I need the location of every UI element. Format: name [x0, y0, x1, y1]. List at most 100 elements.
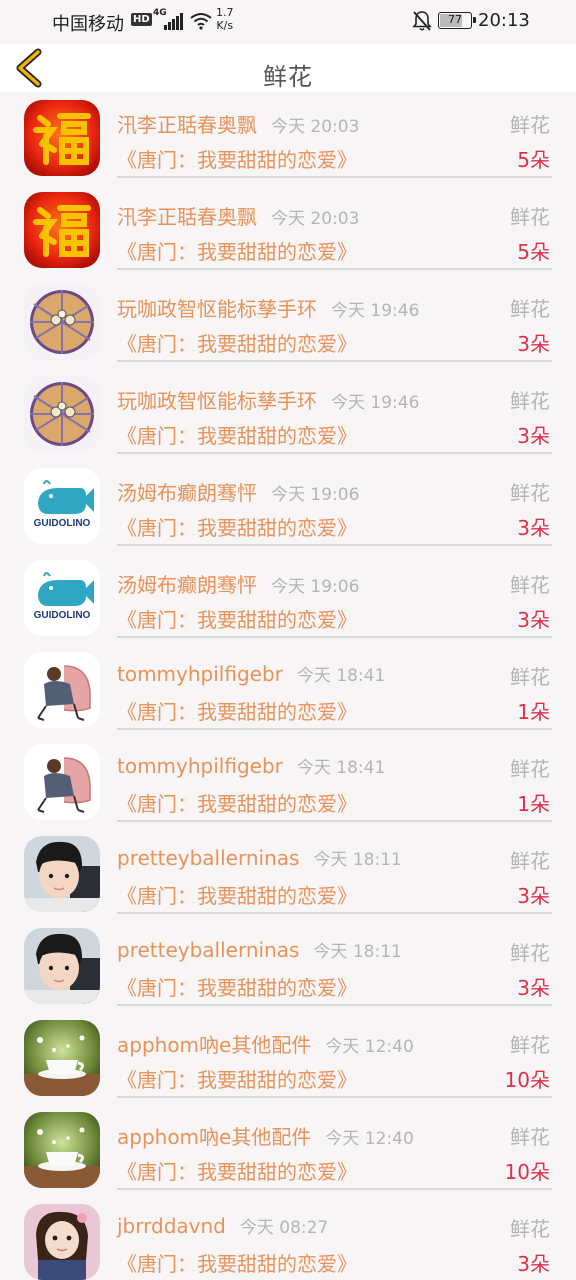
gift-type: 鲜花: [510, 665, 550, 689]
gift-record-item[interactable]: jbrrddavnd 今天 08:27 鲜花 《唐门：我要甜甜的恋爱》 3朵: [0, 1196, 576, 1280]
timestamp: 今天 19:06: [271, 577, 360, 597]
sender-name[interactable]: apphom吶e其他配件: [117, 1125, 311, 1149]
gift-record-item[interactable]: 汛李正聒春奥飘 今天 20:03 鲜花 《唐门：我要甜甜的恋爱》 5朵: [0, 92, 576, 184]
show-title: 《唐门：我要甜甜的恋爱》: [117, 240, 357, 264]
hd-badge: HD: [131, 13, 152, 26]
sender-name[interactable]: 汤姆布癫朗骞怦: [117, 481, 257, 505]
avatar[interactable]: [24, 1112, 100, 1188]
show-title: 《唐门：我要甜甜的恋爱》: [117, 516, 357, 540]
avatar[interactable]: [24, 1204, 100, 1280]
sender-name[interactable]: apphom吶e其他配件: [117, 1033, 311, 1057]
avatar[interactable]: [24, 652, 100, 728]
show-title: 《唐门：我要甜甜的恋爱》: [117, 332, 357, 356]
speed-value: 1.7: [216, 6, 234, 19]
timestamp: 今天 19:46: [331, 301, 420, 321]
avatar[interactable]: [24, 836, 100, 912]
avatar[interactable]: GUIDOLINO: [24, 560, 100, 636]
sender-name-line: 汤姆布癫朗骞怦 今天 19:06: [117, 569, 359, 598]
avatar[interactable]: [24, 284, 100, 360]
page-header: 鲜花: [0, 44, 576, 92]
gift-record-item[interactable]: 汛李正聒春奥飘 今天 20:03 鲜花 《唐门：我要甜甜的恋爱》 5朵: [0, 184, 576, 276]
sender-name[interactable]: pretteyballerninas: [117, 846, 299, 870]
gift-type: 鲜花: [510, 573, 550, 597]
gift-record-item[interactable]: pretteyballerninas 今天 18:11 鲜花 《唐门：我要甜甜的恋…: [0, 920, 576, 1012]
timestamp: 今天 19:46: [331, 393, 420, 413]
divider: [117, 452, 552, 454]
show-title: 《唐门：我要甜甜的恋爱》: [117, 608, 357, 632]
show-title: 《唐门：我要甜甜的恋爱》: [117, 1160, 357, 1184]
sender-name-line: 汛李正聒春奥飘 今天 20:03: [117, 109, 359, 138]
girl-photo-icon: [24, 1204, 100, 1280]
page-title: 鲜花: [263, 63, 313, 91]
gift-count: 3朵: [517, 424, 550, 448]
sender-name-line: 汛李正聒春奥飘 今天 20:03: [117, 201, 359, 230]
gift-record-item[interactable]: 玩咖政智怄能标孳手环 今天 19:46 鲜花 《唐门：我要甜甜的恋爱》 3朵: [0, 368, 576, 460]
gift-record-item[interactable]: tommyhpilfigebr 今天 18:41 鲜花 《唐门：我要甜甜的恋爱》 …: [0, 736, 576, 828]
sender-name-line: 汤姆布癫朗骞怦 今天 19:06: [117, 477, 359, 506]
gift-count: 3朵: [517, 1252, 550, 1276]
boy-photo-icon: [24, 836, 100, 912]
divider: [117, 268, 552, 270]
divider: [117, 1004, 552, 1006]
gift-type: 鲜花: [510, 1033, 550, 1057]
avatar[interactable]: [24, 376, 100, 452]
bell-off-icon: [412, 11, 432, 31]
gift-record-item[interactable]: apphom吶e其他配件 今天 12:40 鲜花 《唐门：我要甜甜的恋爱》 10朵: [0, 1104, 576, 1196]
sender-name[interactable]: pretteyballerninas: [117, 938, 299, 962]
timestamp: 今天 18:11: [313, 850, 402, 870]
gift-type: 鲜花: [510, 481, 550, 505]
timestamp: 今天 20:03: [271, 209, 360, 229]
status-bar: 中国移动 HD 4G 1.7 K/s 77 20:13: [0, 0, 576, 44]
divider: [117, 544, 552, 546]
battery-icon: 77: [438, 12, 476, 29]
show-title: 《唐门：我要甜甜的恋爱》: [117, 148, 357, 172]
gift-record-item[interactable]: GUIDOLINO 汤姆布癫朗骞怦 今天 19:06 鲜花 《唐门：我要甜甜的恋爱…: [0, 552, 576, 644]
avatar[interactable]: [24, 928, 100, 1004]
speed-unit: K/s: [216, 19, 234, 32]
gift-record-item[interactable]: GUIDOLINO 汤姆布癫朗骞怦 今天 19:06 鲜花 《唐门：我要甜甜的恋爱…: [0, 460, 576, 552]
clock: 20:13: [478, 10, 530, 31]
gift-type: 鲜花: [510, 113, 550, 137]
avatar[interactable]: [24, 1020, 100, 1096]
gift-record-item[interactable]: 玩咖政智怄能标孳手环 今天 19:46 鲜花 《唐门：我要甜甜的恋爱》 3朵: [0, 276, 576, 368]
divider: [117, 176, 552, 178]
gift-count: 1朵: [517, 700, 550, 724]
gift-count: 5朵: [517, 240, 550, 264]
network-speed: 1.7 K/s: [216, 6, 234, 32]
gift-type: 鲜花: [510, 389, 550, 413]
timestamp: 今天 18:11: [313, 942, 402, 962]
sender-name[interactable]: 汤姆布癫朗骞怦: [117, 573, 257, 597]
signal-icon: [164, 12, 184, 30]
sender-name[interactable]: 汛李正聒春奥飘: [117, 113, 257, 137]
avatar[interactable]: [24, 192, 100, 268]
avatar[interactable]: [24, 100, 100, 176]
gift-record-item[interactable]: tommyhpilfigebr 今天 18:41 鲜花 《唐门：我要甜甜的恋爱》 …: [0, 644, 576, 736]
gift-count: 3朵: [517, 516, 550, 540]
sender-name[interactable]: 玩咖政智怄能标孳手环: [117, 297, 317, 321]
show-title: 《唐门：我要甜甜的恋爱》: [117, 1068, 357, 1092]
sender-name[interactable]: tommyhpilfigebr: [117, 662, 283, 686]
sender-name-line: apphom吶e其他配件 今天 12:40: [117, 1121, 414, 1150]
avatar[interactable]: [24, 744, 100, 820]
fu-character-icon: [24, 100, 100, 176]
gift-record-item[interactable]: pretteyballerninas 今天 18:11 鲜花 《唐门：我要甜甜的恋…: [0, 828, 576, 920]
gift-count: 3朵: [517, 976, 550, 1000]
sender-name[interactable]: tommyhpilfigebr: [117, 754, 283, 778]
show-title: 《唐门：我要甜甜的恋爱》: [117, 884, 357, 908]
gift-type: 鲜花: [510, 297, 550, 321]
timestamp: 今天 18:41: [296, 758, 386, 778]
sender-name[interactable]: 汛李正聒春奥飘: [117, 205, 257, 229]
sender-name[interactable]: 玩咖政智怄能标孳手环: [117, 389, 317, 413]
avatar[interactable]: GUIDOLINO: [24, 468, 100, 544]
teacup-photo-icon: [24, 1020, 100, 1096]
gift-count: 10朵: [504, 1160, 550, 1184]
sender-name-line: jbrrddavnd 今天 08:27: [117, 1213, 328, 1238]
gift-count: 10朵: [504, 1068, 550, 1092]
gift-type: 鲜花: [510, 205, 550, 229]
gift-record-item[interactable]: apphom吶e其他配件 今天 12:40 鲜花 《唐门：我要甜甜的恋爱》 10朵: [0, 1012, 576, 1104]
timestamp: 今天 18:41: [296, 666, 386, 686]
divider: [117, 1096, 552, 1098]
gift-type: 鲜花: [510, 1125, 550, 1149]
sender-name[interactable]: jbrrddavnd: [117, 1214, 226, 1238]
gift-type: 鲜花: [510, 941, 550, 965]
